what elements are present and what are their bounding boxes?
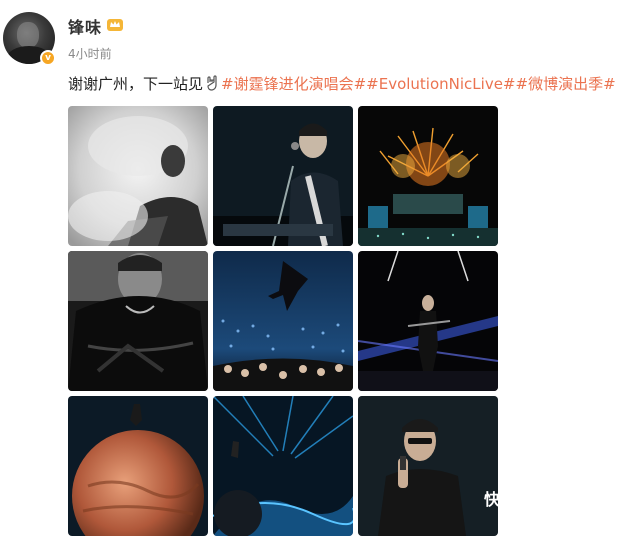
watermark-text: 快 <box>484 490 501 509</box>
photo-thumbnail[interactable] <box>213 396 353 536</box>
hashtag-link[interactable]: #微博演出季# <box>516 75 616 93</box>
avatar-face <box>17 22 39 48</box>
photo-thumbnail[interactable] <box>68 396 208 536</box>
post-timestamp: 4小时前 <box>68 47 112 61</box>
photo-thumbnail[interactable] <box>68 106 208 246</box>
crown-badge-icon[interactable] <box>106 16 124 32</box>
photo-thumbnail[interactable] <box>358 396 498 536</box>
verified-icon: v <box>40 50 56 66</box>
photo-thumbnail[interactable] <box>213 106 353 246</box>
photo-thumbnail[interactable] <box>213 251 353 391</box>
photo-thumbnail[interactable] <box>358 251 498 391</box>
photo-thumbnail[interactable] <box>358 106 498 246</box>
username[interactable]: 锋味 <box>68 14 102 38</box>
hashtag-link[interactable]: #谢霆锋进化演唱会# <box>221 75 366 93</box>
photo-thumbnail[interactable] <box>68 251 208 391</box>
hashtag-link[interactable]: #EvolutionNicLive# <box>366 75 515 93</box>
post-text: 谢谢广州，下一站见 #谢霆锋进化演唱会##EvolutionNicLive##微… <box>68 73 616 94</box>
post-main-text: 谢谢广州，下一站见 <box>68 75 204 93</box>
rock-hand-icon <box>207 75 217 91</box>
